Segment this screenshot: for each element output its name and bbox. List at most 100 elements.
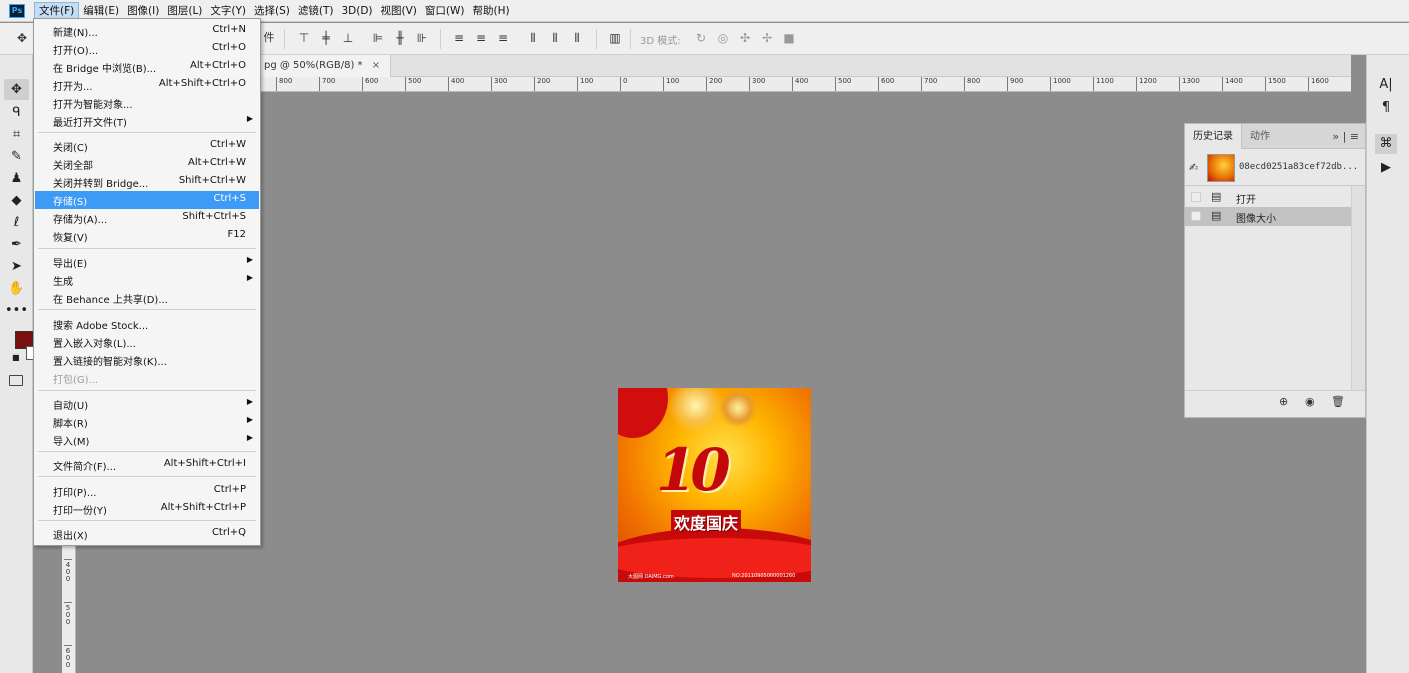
- history-brush-icon[interactable]: ✍: [1189, 161, 1198, 174]
- play-icon[interactable]: ▶: [1375, 158, 1397, 178]
- move-tool-icon[interactable]: ✥: [4, 79, 29, 100]
- 3d-roll-icon[interactable]: ◎: [714, 29, 732, 47]
- history-checkbox[interactable]: [1191, 211, 1201, 221]
- history-state-row[interactable]: ▤ 图像大小: [1185, 207, 1351, 226]
- distribute-left-icon[interactable]: ⫴: [524, 29, 542, 47]
- menu-separator: [38, 390, 256, 391]
- distribute-top-icon[interactable]: ≡: [450, 29, 468, 47]
- menu-file[interactable]: 文件(F): [34, 1, 80, 20]
- menu-item-place-linked[interactable]: 置入链接的智能对象(K)...: [35, 351, 259, 369]
- 3d-pan-icon[interactable]: ✣: [736, 29, 754, 47]
- align-right-icon[interactable]: ⊪: [413, 29, 431, 47]
- menu-item-exit[interactable]: 退出(X) Ctrl+Q: [35, 525, 259, 543]
- canvas-area[interactable]: [77, 92, 1351, 673]
- menu-type[interactable]: 文字(Y): [206, 2, 250, 20]
- menu-item-print-one[interactable]: 打印一份(Y) Alt+Shift+Ctrl+P: [35, 500, 259, 518]
- menu-item-browse-bridge[interactable]: 在 Bridge 中浏览(B)... Alt+Ctrl+O: [35, 58, 259, 76]
- trash-icon[interactable]: 🗑: [1331, 395, 1345, 408]
- panel-menu-icon[interactable]: » | ≡: [1332, 130, 1359, 143]
- collapse-icon[interactable]: »: [1332, 130, 1339, 143]
- menu-item-close[interactable]: 关闭(C) Ctrl+W: [35, 137, 259, 155]
- menu-item-search-stock[interactable]: 搜索 Adobe Stock...: [35, 315, 259, 333]
- menu-item-open-smart-object[interactable]: 打开为智能对象...: [35, 94, 259, 112]
- menu-item-save-as[interactable]: 存储为(A)... Shift+Ctrl+S: [35, 209, 259, 227]
- new-document-icon[interactable]: ⊕: [1279, 395, 1288, 408]
- menu-item-save[interactable]: 存储(S) Ctrl+S: [35, 191, 259, 209]
- pen-tool-icon[interactable]: ✒: [4, 234, 29, 255]
- menu-select[interactable]: 选择(S): [250, 2, 294, 20]
- document-tab[interactable]: pg @ 50%(RGB/8) * ×: [254, 55, 392, 77]
- ruler-tick: 5 0 0: [64, 602, 72, 626]
- align-left-icon[interactable]: ⊫: [369, 29, 387, 47]
- align-bottom-icon[interactable]: ⊥: [339, 29, 357, 47]
- history-panel-tabs: 历史记录 动作 » | ≡: [1185, 124, 1365, 149]
- menu-view[interactable]: 视图(V): [377, 2, 421, 20]
- 3d-orbit-icon[interactable]: ↻: [692, 29, 710, 47]
- menu-item-open[interactable]: 打开(O)... Ctrl+O: [35, 40, 259, 58]
- menu-item-file-info[interactable]: 文件简介(F)... Alt+Shift+Ctrl+I: [35, 456, 259, 474]
- auto-align-icon[interactable]: ▥: [606, 29, 624, 47]
- menu-item-import[interactable]: 导入(M) ▶: [35, 431, 259, 449]
- crop-tool-icon[interactable]: ⌗: [4, 124, 29, 145]
- menu-image[interactable]: 图像(I): [123, 2, 163, 20]
- menu-item-scripts[interactable]: 脚本(R) ▶: [35, 413, 259, 431]
- document-image[interactable]: 10 欢度国庆 大图网 DAIMG.com NO:201109050000012…: [618, 388, 811, 582]
- menu-layer[interactable]: 图层(L): [163, 2, 206, 20]
- brush-tool-icon[interactable]: ℓ: [4, 212, 29, 233]
- tab-history[interactable]: 历史记录: [1185, 124, 1242, 149]
- path-select-tool-icon[interactable]: ➤: [4, 256, 29, 277]
- quick-mask-icon[interactable]: [9, 375, 23, 386]
- tab-actions[interactable]: 动作: [1242, 124, 1278, 149]
- paragraph-icon[interactable]: ¶: [1375, 98, 1397, 118]
- menu-item-close-all[interactable]: 关闭全部 Alt+Ctrl+W: [35, 155, 259, 173]
- 3d-slide-icon[interactable]: ✢: [758, 29, 776, 47]
- align-vcenter-icon[interactable]: ╪: [317, 29, 335, 47]
- history-snapshot[interactable]: ✍ 08ecd0251a83cef72db...: [1185, 150, 1365, 186]
- menu-filter[interactable]: 滤镜(T): [294, 2, 338, 20]
- stamp-tool-icon[interactable]: ♟: [4, 168, 29, 189]
- image-footer-left: 大图网 DAIMG.com: [628, 574, 674, 580]
- hand-tool-icon[interactable]: ✋: [4, 278, 29, 299]
- history-checkbox[interactable]: [1191, 192, 1201, 202]
- distribute-hcenter-icon[interactable]: ⫴: [546, 29, 564, 47]
- history-icon[interactable]: ⌘: [1375, 134, 1397, 154]
- lasso-tool-icon[interactable]: ᑫ: [4, 102, 29, 123]
- align-top-icon[interactable]: ⊤: [295, 29, 313, 47]
- submenu-arrow-icon: ▶: [246, 415, 253, 424]
- history-state-row[interactable]: ▤ 打开: [1185, 188, 1351, 207]
- menu-3d[interactable]: 3D(D): [337, 2, 376, 20]
- ruler-tick: 1200: [1136, 77, 1157, 91]
- eyedropper-tool-icon[interactable]: ✎: [4, 146, 29, 167]
- eraser-tool-icon[interactable]: ◆: [4, 190, 29, 211]
- menu-item-automate[interactable]: 自动(U) ▶: [35, 395, 259, 413]
- ruler-tick: 600: [878, 77, 894, 91]
- distribute-right-icon[interactable]: ⫴: [568, 29, 586, 47]
- camera-icon[interactable]: ◉: [1305, 395, 1315, 408]
- distribute-vcenter-icon[interactable]: ≡: [472, 29, 490, 47]
- menu-edit[interactable]: 编辑(E): [79, 2, 123, 20]
- close-icon[interactable]: ×: [372, 60, 380, 71]
- move-tool-icon[interactable]: ✥: [13, 29, 31, 47]
- options-partial-text: 件: [263, 31, 275, 44]
- history-scrollbar[interactable]: [1351, 186, 1365, 390]
- distribute-bottom-icon[interactable]: ≡: [494, 29, 512, 47]
- menu-item-new[interactable]: 新建(N)... Ctrl+N: [35, 22, 259, 40]
- menu-item-generate[interactable]: 生成 ▶: [35, 271, 259, 289]
- menu-item-recent-files[interactable]: 最近打开文件(T) ▶: [35, 112, 259, 130]
- menu-item-share-behance[interactable]: 在 Behance 上共享(D)...: [35, 289, 259, 307]
- character-icon[interactable]: A|: [1375, 75, 1397, 95]
- menu-item-export[interactable]: 导出(E) ▶: [35, 253, 259, 271]
- menu-item-close-go-bridge[interactable]: 关闭并转到 Bridge... Shift+Ctrl+W: [35, 173, 259, 191]
- menu-help[interactable]: 帮助(H): [469, 2, 514, 20]
- menu-item-place-embedded[interactable]: 置入嵌入对象(L)...: [35, 333, 259, 351]
- more-tools-icon[interactable]: •••: [4, 300, 29, 321]
- menu-item-print[interactable]: 打印(P)... Ctrl+P: [35, 482, 259, 500]
- align-hcenter-icon[interactable]: ╫: [391, 29, 409, 47]
- ruler-tick: 100: [577, 77, 593, 91]
- default-colors-icon[interactable]: ■: [12, 353, 20, 362]
- divider: [630, 29, 631, 49]
- menu-window[interactable]: 窗口(W): [421, 2, 469, 20]
- menu-item-revert[interactable]: 恢复(V) F12: [35, 227, 259, 245]
- 3d-camera-icon[interactable]: ■: [780, 29, 798, 47]
- menu-item-open-as[interactable]: 打开为... Alt+Shift+Ctrl+O: [35, 76, 259, 94]
